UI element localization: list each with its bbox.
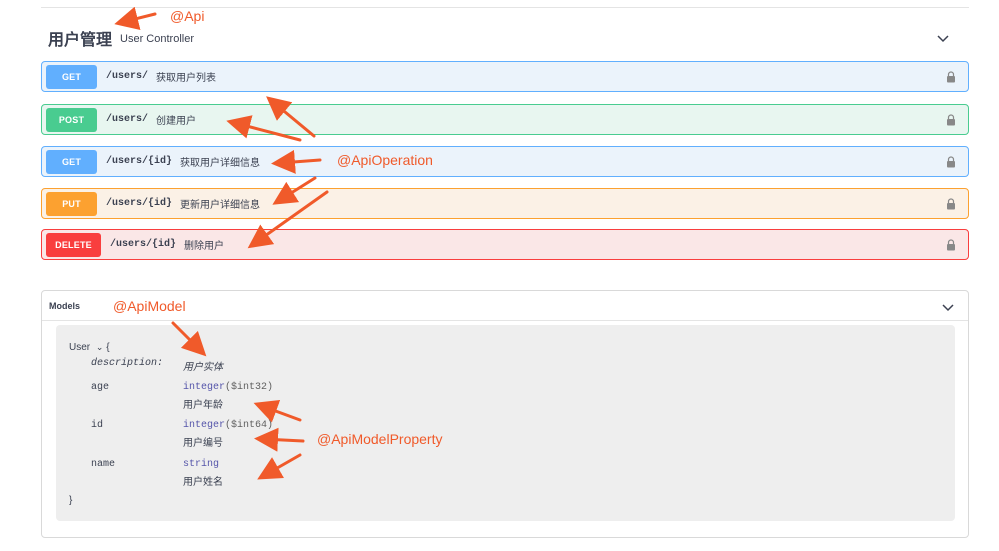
property-description: 用户年龄 (183, 400, 223, 411)
operation-path: /users/{id} (110, 239, 177, 250)
property-type: integer($int32) (183, 382, 274, 393)
model-description: 用户实体 (183, 362, 223, 373)
operation-path: /users/{id} (106, 156, 173, 167)
property-name: name (91, 459, 116, 470)
annotation-api: @Api (170, 8, 205, 24)
annotation-api-model: @ApiModel (113, 298, 186, 314)
open-brace: { (106, 342, 110, 353)
model-name: User (69, 342, 91, 353)
operation-get-users[interactable]: GET /users/ 获取用户列表 (41, 61, 969, 92)
property-type: string (183, 459, 220, 470)
method-badge-get[interactable]: GET (46, 149, 97, 174)
operation-path: /users/ (106, 71, 149, 82)
operation-get-user-by-id[interactable]: GET /users/{id} 获取用户详细信息 (41, 146, 969, 177)
method-badge-post[interactable]: POST (46, 107, 97, 132)
chevron-down-icon[interactable] (935, 30, 951, 46)
description-label: description: (91, 358, 164, 369)
tag-description: User Controller (120, 33, 194, 45)
annotation-api-model-property: @ApiModelProperty (317, 431, 443, 447)
method-badge-get[interactable]: GET (46, 64, 97, 89)
lock-icon[interactable] (946, 239, 956, 251)
operation-post-users[interactable]: POST /users/ 创建用户 (41, 104, 969, 135)
operation-summary: 删除用户 (184, 241, 225, 252)
tag-header[interactable]: 用户管理 User Controller (41, 22, 969, 54)
models-section: Models User ⌄ { description: 用户实体 age in… (41, 290, 969, 538)
property-name: id (91, 420, 104, 431)
method-badge-delete[interactable]: DELETE (46, 232, 101, 257)
arrow-api (114, 6, 157, 31)
operation-path: /users/ (106, 114, 149, 125)
tag-name: 用户管理 (48, 32, 113, 49)
chevron-down-icon[interactable]: ⌄ (96, 342, 104, 353)
models-title: Models (49, 300, 81, 311)
operation-summary: 获取用户详细信息 (180, 158, 261, 169)
lock-icon[interactable] (946, 156, 956, 168)
lock-icon[interactable] (946, 71, 956, 83)
operation-put-user[interactable]: PUT /users/{id} 更新用户详细信息 (41, 188, 969, 219)
property-description: 用户编号 (183, 438, 223, 449)
operation-delete-user[interactable]: DELETE /users/{id} 删除用户 (41, 229, 969, 260)
operation-summary: 创建用户 (156, 116, 197, 127)
property-type: integer($int64) (183, 420, 274, 431)
model-title[interactable]: User ⌄ { (69, 342, 110, 353)
operation-summary: 获取用户列表 (156, 73, 217, 84)
close-brace: } (69, 495, 73, 506)
property-name: age (91, 382, 110, 393)
operation-path: /users/{id} (106, 198, 173, 209)
lock-icon[interactable] (946, 114, 956, 126)
method-badge-put[interactable]: PUT (46, 191, 97, 216)
model-user: User ⌄ { description: 用户实体 age integer($… (56, 325, 955, 521)
annotation-api-operation: @ApiOperation (337, 152, 433, 168)
property-description: 用户姓名 (183, 477, 223, 488)
lock-icon[interactable] (946, 198, 956, 210)
chevron-down-icon[interactable] (940, 299, 956, 315)
operation-summary: 更新用户详细信息 (180, 200, 261, 211)
